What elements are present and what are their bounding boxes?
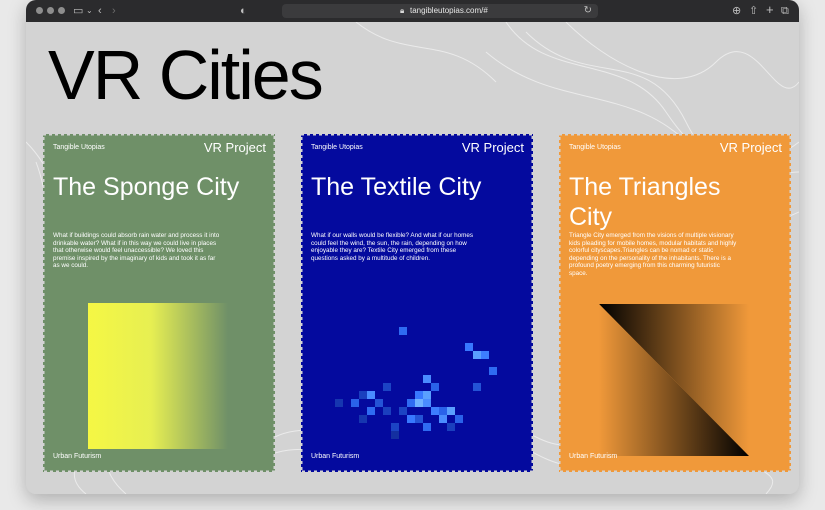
tab-overview-icon[interactable]: ⧉ <box>781 4 789 18</box>
page-content: VR Cities Tangible Utopias VR Project Th… <box>26 22 799 494</box>
close-window-button[interactable] <box>36 7 43 14</box>
card-triangles-city[interactable]: Tangible Utopias VR Project The Triangle… <box>559 134 791 472</box>
card-brand-label: Tangible Utopias <box>311 144 363 151</box>
card-description: Triangle City emerged from the visions o… <box>569 232 737 277</box>
chevron-down-icon[interactable]: ⌄ <box>86 4 93 18</box>
card-project-label: VR Project <box>203 140 266 155</box>
card-textile-city[interactable]: Tangible Utopias VR Project The Textile … <box>301 134 533 472</box>
page-title: VR Cities <box>48 36 324 114</box>
card-description: What if our walls would be flexible? And… <box>311 232 474 262</box>
browser-window: ▭ ⌄ ‹ › ◐ 🔒︎ tangibleutopias.com/# ↻ ⊕ ⇧… <box>26 0 799 494</box>
share-icon[interactable]: ⇧ <box>749 4 758 18</box>
card-project-label: VR Project <box>461 140 524 155</box>
minimize-window-button[interactable] <box>47 7 54 14</box>
card-category-label: Urban Futurism <box>311 453 360 460</box>
card-project-label: VR Project <box>719 140 782 155</box>
card-sponge-city[interactable]: Tangible Utopias VR Project The Sponge C… <box>43 134 275 472</box>
browser-toolbar: ▭ ⌄ ‹ › ◐ 🔒︎ tangibleutopias.com/# ↻ ⊕ ⇧… <box>26 0 799 22</box>
back-icon[interactable]: ‹ <box>98 4 102 18</box>
forward-icon[interactable]: › <box>112 4 116 18</box>
card-description: What if buildings could absorb rain wate… <box>53 232 220 270</box>
card-title: The Textile City <box>311 173 482 201</box>
card-brand-label: Tangible Utopias <box>53 144 105 151</box>
card-brand-label: Tangible Utopias <box>569 144 621 151</box>
lock-icon: 🔒︎ <box>400 6 405 15</box>
sidebar-icon[interactable]: ▭ <box>73 4 83 18</box>
card-category-label: Urban Futurism <box>569 453 618 460</box>
reload-icon[interactable]: ↻ <box>584 4 592 18</box>
card-title: The Triangles City <box>569 173 721 231</box>
privacy-shield-icon[interactable]: ◐ <box>240 4 247 18</box>
zoom-window-button[interactable] <box>58 7 65 14</box>
address-bar[interactable]: 🔒︎ tangibleutopias.com/# ↻ <box>282 4 598 18</box>
download-icon[interactable]: ⊕ <box>732 4 741 18</box>
address-bar-url: tangibleutopias.com/# <box>410 6 488 15</box>
new-tab-icon[interactable]: + <box>766 3 774 17</box>
card-category-label: Urban Futurism <box>53 453 102 460</box>
card-title: The Sponge City <box>53 173 240 201</box>
